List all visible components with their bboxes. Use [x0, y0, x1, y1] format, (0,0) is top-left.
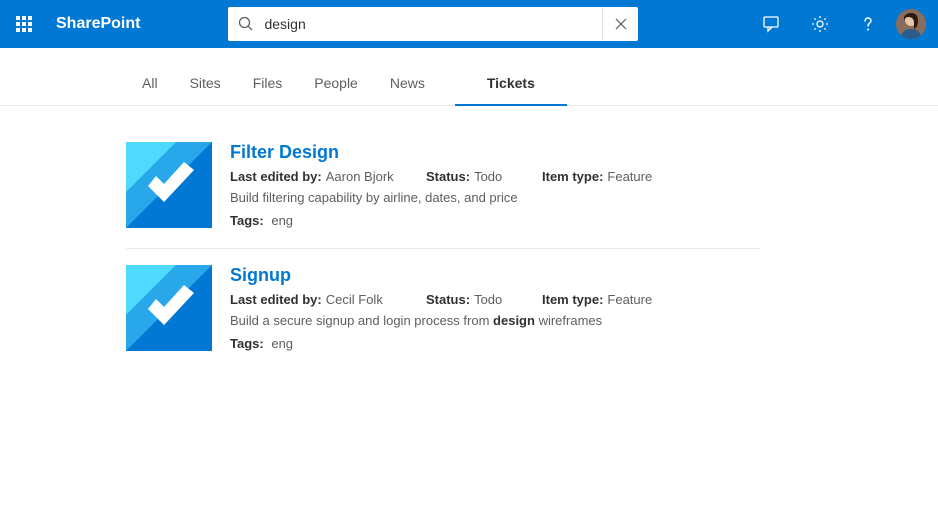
result-thumbnail — [126, 265, 212, 351]
meta-last-edited: Last edited by: Aaron Bjork — [230, 169, 426, 184]
checkmark-tile-icon — [126, 265, 212, 351]
search-results: Filter Design Last edited by: Aaron Bjor… — [0, 106, 760, 371]
result-description: Build filtering capability by airline, d… — [230, 190, 760, 205]
result-tags: Tags: eng — [230, 336, 760, 351]
meta-label: Last edited by: — [230, 169, 322, 184]
checkmark-tile-icon — [126, 142, 212, 228]
chat-icon — [762, 14, 782, 34]
desc-text: wireframes — [535, 313, 602, 328]
tab-people[interactable]: People — [310, 75, 362, 105]
result-item: Signup Last edited by: Cecil Folk Status… — [126, 248, 760, 371]
meta-label: Last edited by: — [230, 292, 322, 307]
search-tabs: All Sites Files People News Tickets — [0, 48, 938, 106]
search-icon — [228, 16, 264, 32]
settings-button[interactable] — [796, 0, 844, 48]
help-button[interactable] — [844, 0, 892, 48]
meta-value: Cecil Folk — [326, 292, 383, 307]
tags-value: eng — [271, 213, 293, 228]
user-avatar[interactable] — [896, 9, 926, 39]
close-icon — [614, 17, 628, 31]
app-launcher-button[interactable] — [0, 0, 48, 48]
brand-name: SharePoint — [56, 15, 140, 33]
meta-value: Todo — [474, 169, 502, 184]
result-item: Filter Design Last edited by: Aaron Bjor… — [126, 142, 760, 248]
meta-status: Status: Todo — [426, 292, 542, 307]
avatar-image — [896, 9, 926, 39]
tab-tickets[interactable]: Tickets — [483, 75, 539, 105]
chat-button[interactable] — [748, 0, 796, 48]
tab-sites[interactable]: Sites — [186, 75, 225, 105]
result-body: Signup Last edited by: Cecil Folk Status… — [230, 265, 760, 351]
meta-value: Todo — [474, 292, 502, 307]
meta-item-type: Item type: Feature — [542, 169, 652, 184]
result-description: Build a secure signup and login process … — [230, 313, 760, 328]
meta-label: Item type: — [542, 169, 603, 184]
tags-value: eng — [271, 336, 293, 351]
result-metadata: Last edited by: Cecil Folk Status: Todo … — [230, 292, 760, 307]
meta-last-edited: Last edited by: Cecil Folk — [230, 292, 426, 307]
tab-news[interactable]: News — [386, 75, 429, 105]
result-body: Filter Design Last edited by: Aaron Bjor… — [230, 142, 760, 228]
result-thumbnail — [126, 142, 212, 228]
search-input[interactable] — [264, 7, 602, 41]
tags-label: Tags: — [230, 336, 264, 351]
meta-item-type: Item type: Feature — [542, 292, 652, 307]
result-title-link[interactable]: Signup — [230, 265, 760, 286]
gear-icon — [810, 14, 830, 34]
tab-files[interactable]: Files — [249, 75, 287, 105]
clear-search-button[interactable] — [602, 7, 638, 41]
header-actions — [748, 0, 938, 48]
tab-all[interactable]: All — [138, 75, 162, 105]
meta-status: Status: Todo — [426, 169, 542, 184]
desc-text: Build filtering capability by airline, d… — [230, 190, 518, 205]
help-icon — [858, 14, 878, 34]
desc-highlight: design — [493, 313, 535, 328]
meta-value: Feature — [607, 169, 652, 184]
result-metadata: Last edited by: Aaron Bjork Status: Todo… — [230, 169, 760, 184]
meta-label: Item type: — [542, 292, 603, 307]
meta-value: Aaron Bjork — [326, 169, 394, 184]
result-tags: Tags: eng — [230, 213, 760, 228]
search-box — [228, 7, 638, 41]
meta-label: Status: — [426, 292, 470, 307]
meta-value: Feature — [607, 292, 652, 307]
tags-label: Tags: — [230, 213, 264, 228]
meta-label: Status: — [426, 169, 470, 184]
desc-text: Build a secure signup and login process … — [230, 313, 493, 328]
waffle-icon — [16, 16, 32, 32]
result-title-link[interactable]: Filter Design — [230, 142, 760, 163]
app-header: SharePoint — [0, 0, 938, 48]
